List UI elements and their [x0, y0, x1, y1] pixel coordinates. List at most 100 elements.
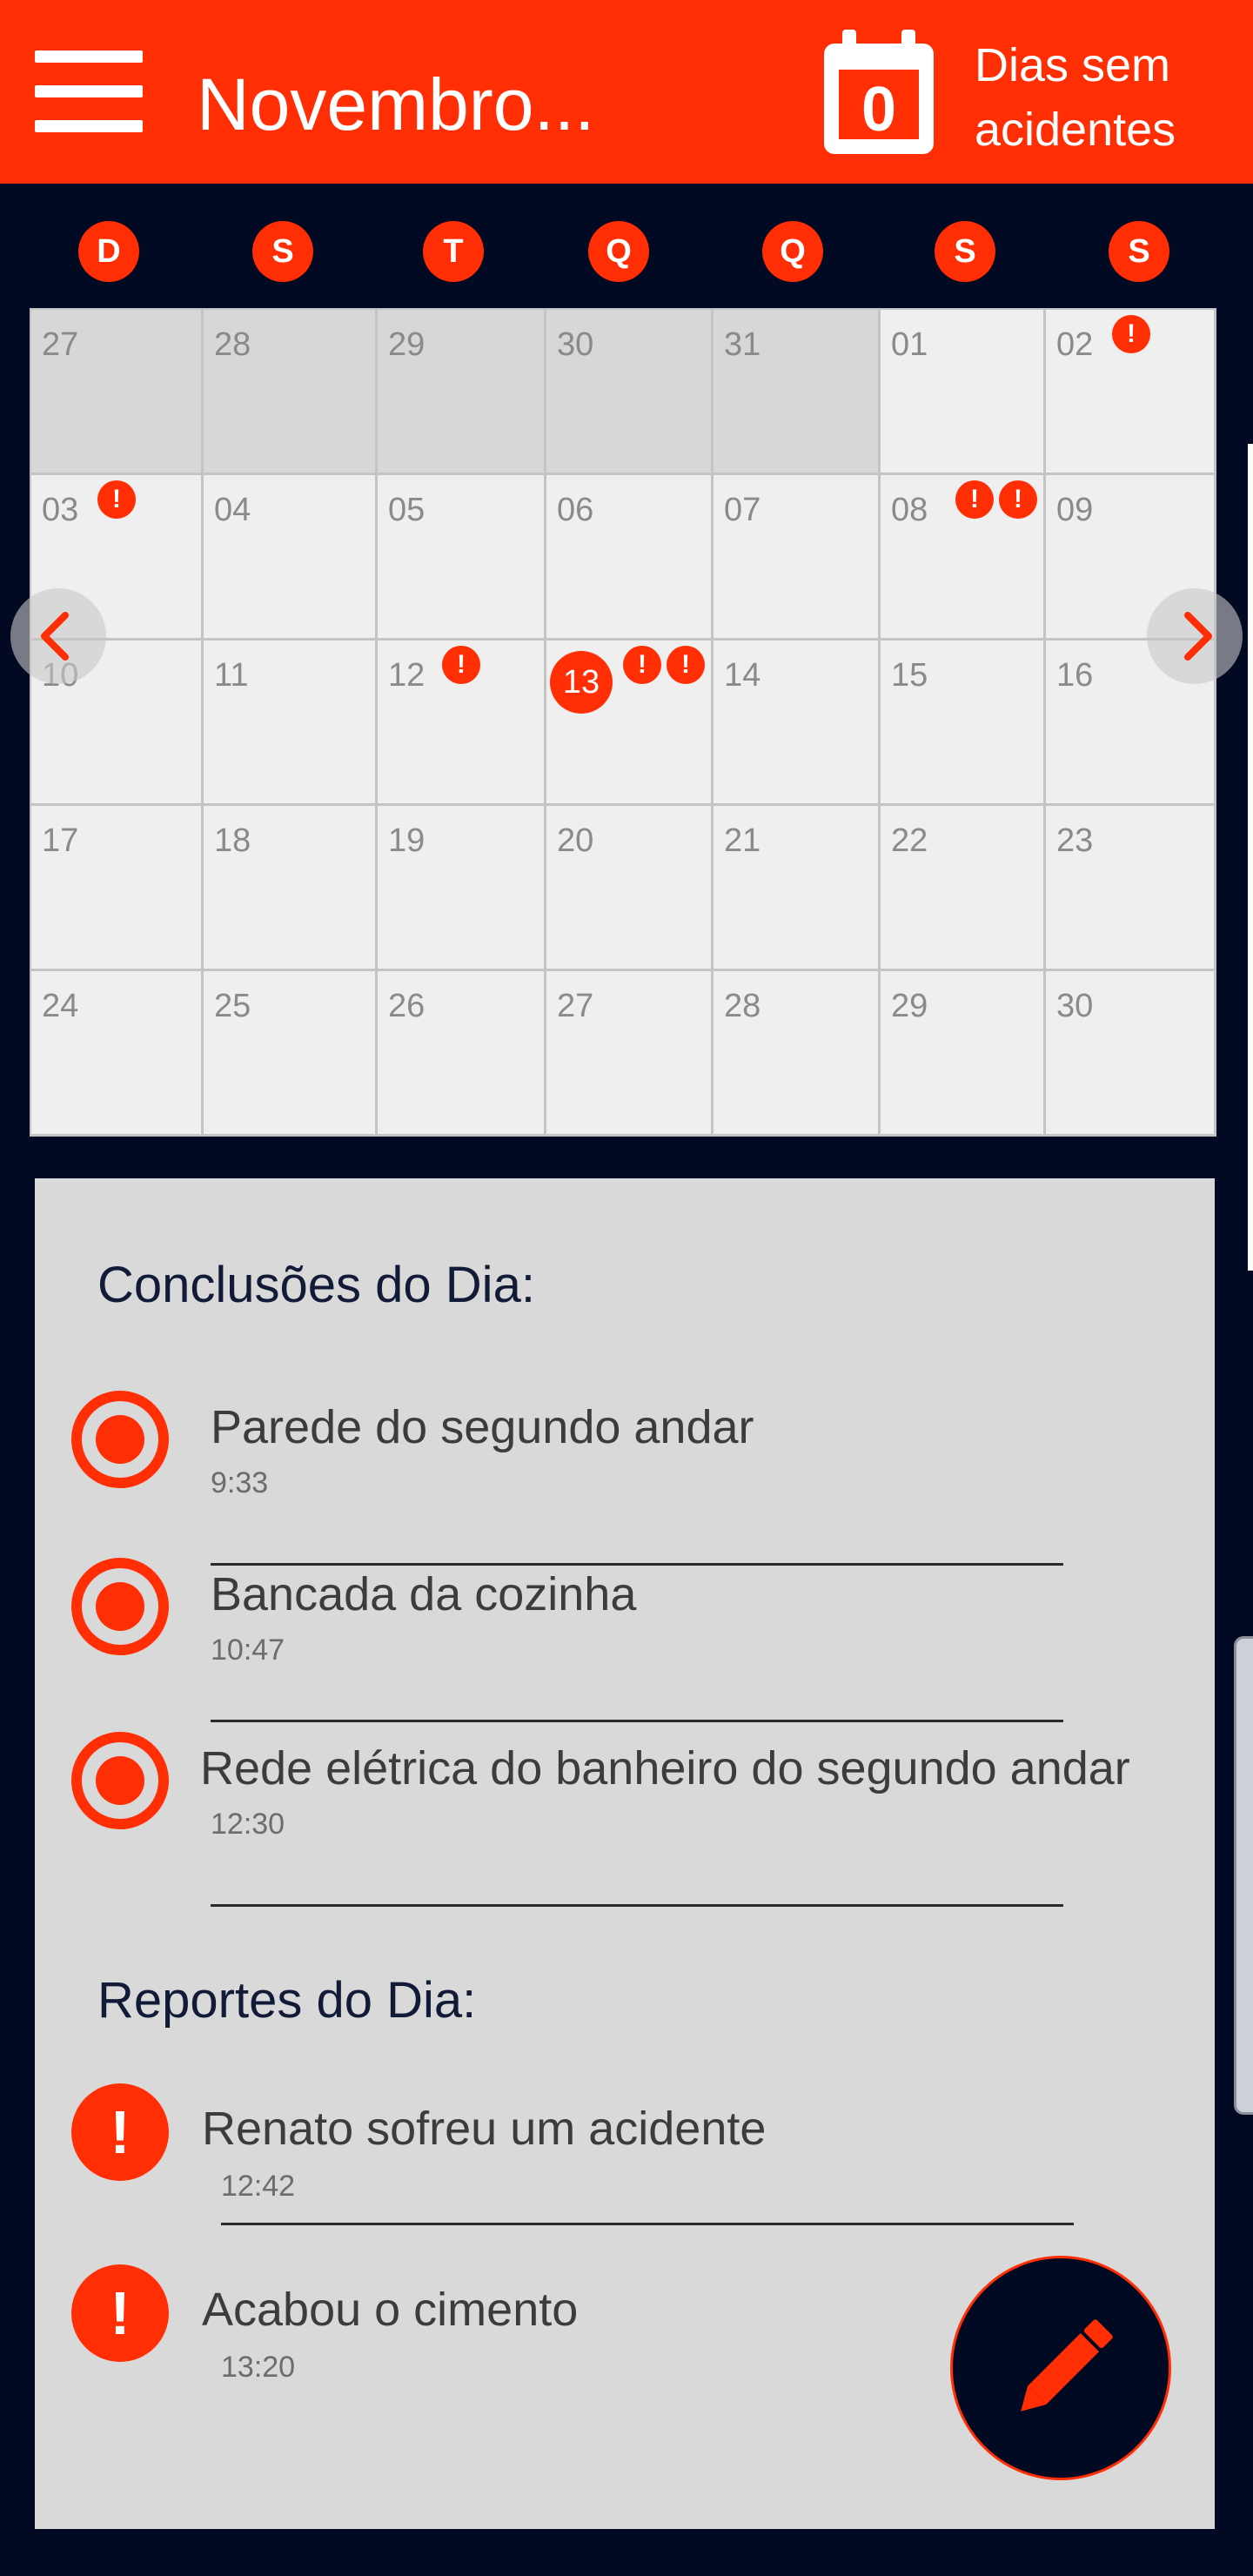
weekday-label: Q	[762, 221, 823, 282]
alert-badges: !	[97, 480, 136, 519]
weekday-label: S	[935, 221, 995, 282]
day-number: 15	[891, 657, 928, 694]
calendar-day[interactable]: 04	[204, 475, 378, 641]
conclusion-item[interactable]: Parede do segundo andar 9:33	[35, 1380, 1215, 1566]
calendar-day[interactable]: 18	[204, 806, 378, 971]
calendar-day[interactable]: 12!	[378, 641, 546, 806]
calendar-day[interactable]: 19	[378, 806, 546, 971]
completed-radio-icon[interactable]	[71, 1732, 169, 1829]
edge-panel-handle[interactable]	[1234, 1636, 1253, 2115]
calendar-day[interactable]: 23	[1046, 806, 1216, 971]
day-number: 30	[1056, 988, 1094, 1024]
calendar-day[interactable]: 31	[714, 310, 881, 475]
previous-month-button[interactable]	[10, 588, 106, 684]
completed-radio-icon[interactable]	[71, 1391, 169, 1488]
day-number: 07	[724, 492, 761, 528]
conclusion-label: Bancada da cozinha	[211, 1568, 637, 1620]
day-number: 17	[42, 822, 79, 859]
calendar-day[interactable]: 06	[546, 475, 714, 641]
alert-badge-icon: !	[442, 646, 480, 684]
calendar-day[interactable]: 20	[546, 806, 714, 971]
day-number: 26	[388, 988, 425, 1024]
conclusions-title: Conclusões do Dia:	[97, 1257, 535, 1313]
calendar-day[interactable]: 27	[546, 971, 714, 1137]
calendar-day[interactable]: 17	[31, 806, 204, 971]
day-number: 25	[214, 988, 251, 1024]
calendar-day[interactable]: 15	[881, 641, 1046, 806]
alert-badge-icon: !	[1112, 315, 1150, 353]
calendar-day[interactable]: 01	[881, 310, 1046, 475]
day-number: 29	[891, 988, 928, 1024]
alert-badge-icon: !	[667, 646, 705, 684]
calendar-day[interactable]: 14	[714, 641, 881, 806]
day-number: 01	[891, 326, 928, 363]
weekday-label: S	[1109, 221, 1169, 282]
calendar-day[interactable]: 27	[31, 310, 204, 475]
conclusion-item[interactable]: Bancada da cozinha 10:47	[35, 1547, 1215, 1722]
calendar-day[interactable]: 28	[714, 971, 881, 1137]
weekday-label: T	[423, 221, 484, 282]
calendar-day[interactable]: 05	[378, 475, 546, 641]
day-number: 30	[557, 326, 594, 363]
day-number: 14	[724, 657, 761, 694]
day-number: 27	[557, 988, 594, 1024]
calendar-day[interactable]: 30	[546, 310, 714, 475]
calendar-grid: 27282930310102!03!0405060708!!09101112!1…	[30, 308, 1216, 1137]
report-item[interactable]: ! Renato sofreu um acidente 12:42	[35, 2083, 1215, 2240]
streak-label-line2: acidentes	[975, 104, 1176, 156]
calendar-day[interactable]: 30	[1046, 971, 1216, 1137]
alert-icon: !	[71, 2083, 169, 2181]
calendar-day[interactable]: 22	[881, 806, 1046, 971]
day-number: 03	[42, 492, 79, 528]
calendar-day[interactable]: 29	[378, 310, 546, 475]
alert-badge-icon: !	[623, 646, 661, 684]
reports-title: Reportes do Dia:	[97, 1972, 477, 2029]
completed-radio-icon[interactable]	[71, 1558, 169, 1655]
conclusion-item[interactable]: Rede elétrica do banheiro do segundo and…	[35, 1721, 1215, 1907]
calendar-day[interactable]: 25	[204, 971, 378, 1137]
calendar-day-today[interactable]: 13!!	[546, 641, 714, 806]
report-time: 12:42	[221, 2170, 296, 2203]
report-label: Acabou o cimento	[202, 2284, 579, 2336]
calendar-day[interactable]: 02!	[1046, 310, 1216, 475]
calendar-day[interactable]: 24	[31, 971, 204, 1137]
weekday-label: S	[252, 221, 313, 282]
day-number: 31	[724, 326, 761, 363]
weekday-label: Q	[588, 221, 649, 282]
app-bar: Novembro... 0 Dias sem acidentes	[0, 0, 1253, 184]
day-number: 13	[550, 651, 613, 714]
divider	[221, 2223, 1074, 2225]
alert-badge-icon: !	[97, 480, 136, 519]
calendar-day[interactable]: 07	[714, 475, 881, 641]
day-number: 18	[214, 822, 251, 859]
day-number: 08	[891, 492, 928, 528]
next-month-button[interactable]	[1147, 588, 1243, 684]
calendar-day[interactable]: 28	[204, 310, 378, 475]
report-label: Renato sofreu um acidente	[202, 2103, 767, 2155]
conclusion-time: 10:47	[211, 1633, 285, 1667]
weekday-label: D	[78, 221, 139, 282]
day-number: 28	[214, 326, 251, 363]
calendar-day[interactable]: 11	[204, 641, 378, 806]
divider	[211, 1904, 1063, 1907]
day-number: 20	[557, 822, 594, 859]
calendar-day[interactable]: 29	[881, 971, 1046, 1137]
calendar-day[interactable]: 08!!	[881, 475, 1046, 641]
day-number: 02	[1056, 326, 1094, 363]
alert-icon: !	[71, 2264, 169, 2362]
conclusion-time: 12:30	[211, 1808, 285, 1841]
hamburger-menu-icon[interactable]	[35, 50, 143, 132]
day-number: 11	[214, 657, 249, 694]
calendar-day[interactable]: 26	[378, 971, 546, 1137]
edit-fab-button[interactable]	[950, 2256, 1171, 2480]
month-title[interactable]: Novembro...	[197, 61, 595, 148]
conclusion-label: Parede do segundo andar	[211, 1401, 754, 1453]
day-number: 22	[891, 822, 928, 859]
scroll-indicator	[1248, 444, 1253, 1271]
report-time: 13:20	[221, 2351, 296, 2384]
day-number: 27	[42, 326, 79, 363]
conclusion-label: Rede elétrica do banheiro do segundo and…	[200, 1742, 1130, 1794]
alert-badges: !!	[955, 480, 1037, 519]
calendar-day[interactable]: 21	[714, 806, 881, 971]
day-number: 05	[388, 492, 425, 528]
